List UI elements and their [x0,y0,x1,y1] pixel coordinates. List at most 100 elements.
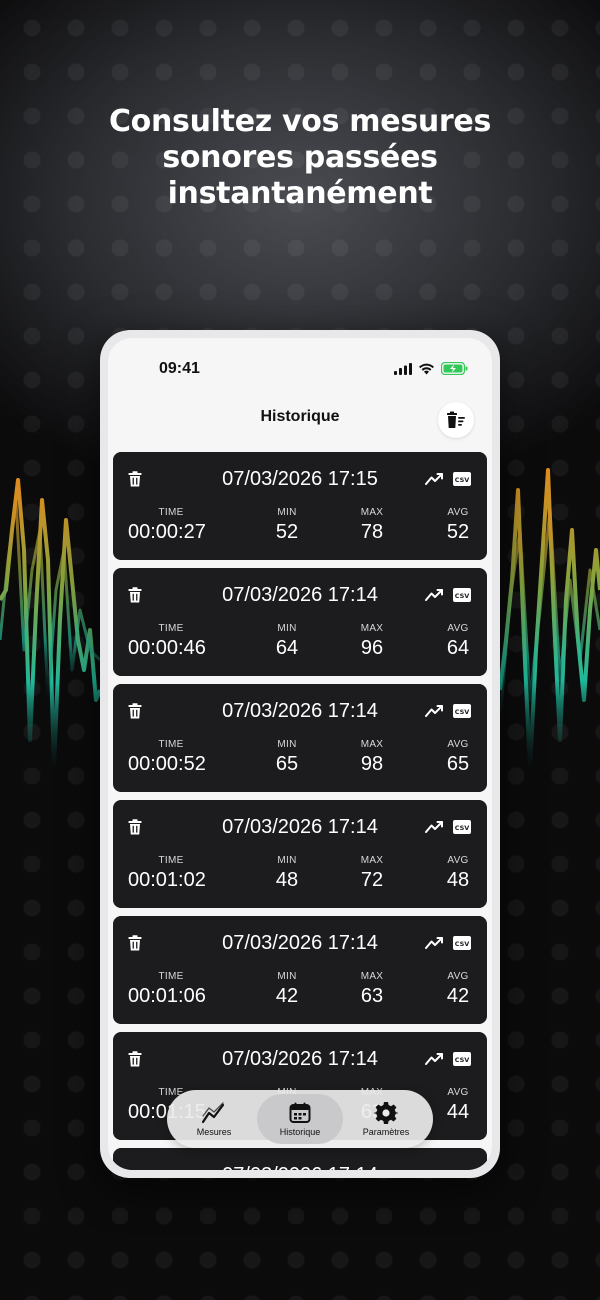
sound-wave-left [0,478,100,772]
chart-trend-icon[interactable] [425,1052,443,1070]
stat-max-label: MAX [360,971,384,982]
chart-trend-icon[interactable] [425,472,443,490]
stat-time-label: TIME [158,507,184,518]
hero-title-line-3: instantanément [167,176,433,211]
stat-min-label: MIN [277,739,297,750]
chart-trend-icon[interactable] [425,936,443,954]
csv-icon-label: CSV [455,708,470,716]
chart-trend-icon[interactable] [425,588,443,606]
stat-max: MAX 96 [352,623,392,660]
stat-time-label: TIME [158,855,184,866]
stat-min: MIN 52 [267,507,307,544]
stat-avg-value: 65 [446,753,470,775]
stat-avg: AVG 42 [438,971,478,1008]
chart-trend-icon[interactable] [425,704,443,722]
status-icons [394,362,468,375]
stat-time-value: 00:01:02 [128,869,206,891]
record-date: 07/03/2026 17:14 [113,1164,487,1170]
tab-mesures-label: Mesures [196,1127,232,1137]
stat-avg-label: AVG [447,507,469,518]
stat-time: TIME 00:01:06 [128,971,218,1008]
history-list: 07/03/2026 17:15 CSV TIME 00:00:27 MIN 52 MAX 7… [113,452,487,1170]
stat-avg-value: 48 [446,869,470,891]
stat-avg-label: AVG [447,623,469,634]
csv-export-icon[interactable]: CSV [453,820,471,839]
battery-charging-icon [441,362,468,375]
stat-max-value: 78 [360,521,384,543]
stat-avg-value: 52 [446,521,470,543]
hero-title-line-2: sonores passées [162,140,438,175]
stat-min: MIN 65 [267,739,307,776]
stat-avg-value: 42 [446,985,470,1007]
stat-min: MIN 42 [267,971,307,1008]
csv-export-icon[interactable]: CSV [453,588,471,607]
history-record-card[interactable]: 07/03/2026 17:14 CSV TIME 00:01:06 MIN 42 MAX 6… [113,916,487,1024]
csv-icon-label: CSV [455,592,470,600]
stat-time-value: 00:00:27 [128,521,206,543]
stat-max-value: 72 [360,869,384,891]
clear-history-button[interactable] [438,402,474,438]
stat-avg: AVG 44 [438,1087,478,1124]
csv-export-icon[interactable]: CSV [453,1052,471,1071]
stat-max: MAX 63 [352,971,392,1008]
stat-time-value: 00:00:46 [128,637,206,659]
wifi-icon [419,363,434,374]
stat-max-label: MAX [360,855,384,866]
stat-time-label: TIME [158,623,184,634]
page-title: Historique [260,408,340,425]
history-record-card-partial[interactable]: 07/03/2026 17:14 [113,1148,487,1170]
history-record-card[interactable]: 07/03/2026 17:15 CSV TIME 00:00:27 MIN 52 MAX 7… [113,452,487,560]
stat-max-value: 63 [360,985,384,1007]
stat-max-label: MAX [360,739,384,750]
stat-max: MAX 98 [352,739,392,776]
stat-avg-label: AVG [447,739,469,750]
history-record-card[interactable]: 07/03/2026 17:14 CSV TIME 00:00:46 MIN 64 MAX 9… [113,568,487,676]
stat-avg-label: AVG [447,971,469,982]
chart-line-icon [201,1101,227,1125]
stat-avg: AVG 48 [438,855,478,892]
stat-time: TIME 00:00:46 [128,623,218,660]
stat-avg: AVG 64 [438,623,478,660]
stat-max-label: MAX [360,507,384,518]
stat-time-value: 00:00:52 [128,753,206,775]
stat-avg-label: AVG [447,1087,469,1098]
phone-screen: 09:41 Historique 07/03/2026 17:15 CSV TI… [108,338,492,1170]
stat-time-value: 00:01:06 [128,985,206,1007]
stat-min-value: 65 [275,753,299,775]
stat-avg-value: 44 [446,1101,470,1123]
hero-title: Consultez vos mesures sonores passées in… [0,104,600,212]
csv-export-icon[interactable]: CSV [453,936,471,955]
stat-avg: AVG 52 [438,507,478,544]
tab-historique[interactable]: Historique [257,1094,343,1144]
stat-avg-value: 64 [446,637,470,659]
stat-avg-label: AVG [447,855,469,866]
tab-parametres[interactable]: Paramètres [343,1094,429,1144]
csv-export-icon[interactable]: CSV [453,472,471,491]
history-record-card[interactable]: 07/03/2026 17:14 CSV TIME 00:01:02 MIN 48 MAX 7… [113,800,487,908]
calendar-icon [289,1101,311,1125]
stat-max: MAX 72 [352,855,392,892]
chart-trend-icon[interactable] [425,820,443,838]
stat-min: MIN 48 [267,855,307,892]
cellular-signal-icon [394,362,412,375]
stat-max-label: MAX [360,623,384,634]
csv-icon-label: CSV [455,940,470,948]
tab-historique-label: Historique [279,1127,321,1137]
stat-min-label: MIN [277,507,297,518]
tab-mesures[interactable]: Mesures [171,1094,257,1144]
stat-min-label: MIN [277,971,297,982]
stat-max: MAX 78 [352,507,392,544]
csv-icon-label: CSV [455,476,470,484]
csv-icon-label: CSV [455,1056,470,1064]
status-time: 09:41 [159,360,200,377]
csv-icon-label: CSV [455,824,470,832]
history-record-card[interactable]: 07/03/2026 17:14 CSV TIME 00:00:52 MIN 65 MAX 9… [113,684,487,792]
csv-export-icon[interactable]: CSV [453,704,471,723]
stat-max-value: 98 [360,753,384,775]
stat-min-label: MIN [277,855,297,866]
delete-list-icon [447,411,465,428]
stat-time: TIME 00:00:52 [128,739,218,776]
stat-min: MIN 64 [267,623,307,660]
stat-time-label: TIME [158,971,184,982]
stat-max-value: 96 [360,637,384,659]
